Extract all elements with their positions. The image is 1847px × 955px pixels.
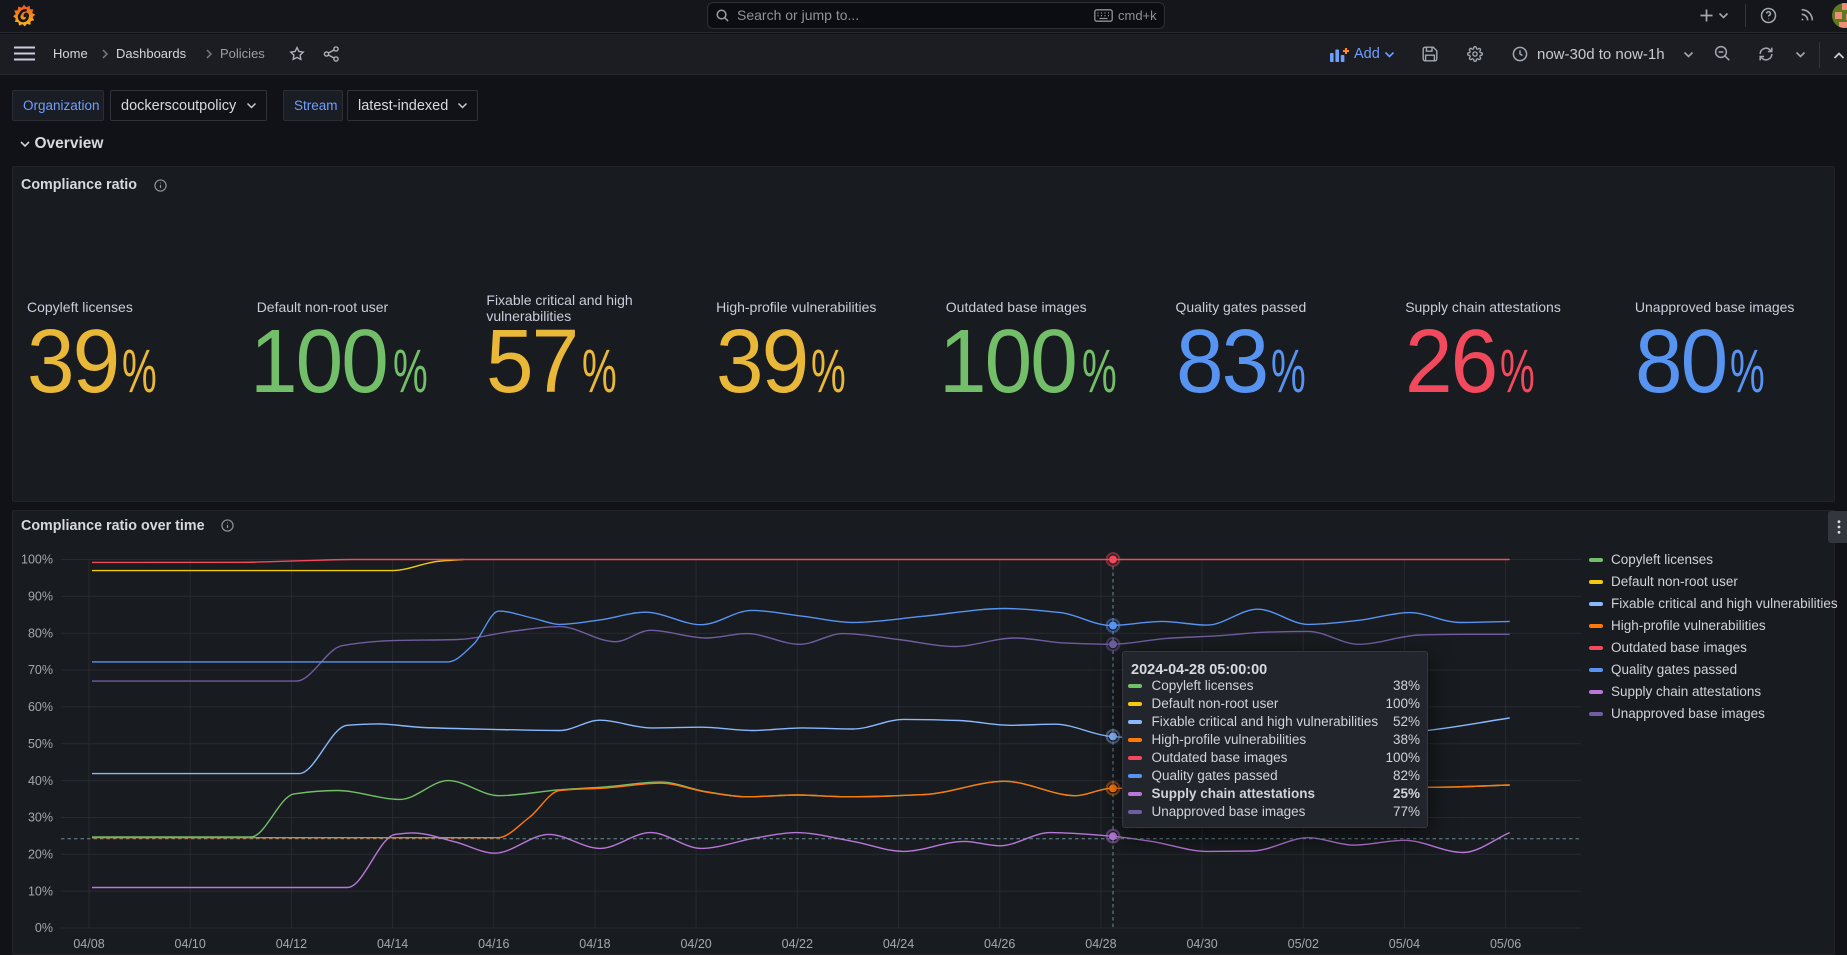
svg-text:04/20: 04/20 (680, 937, 711, 951)
svg-text:04/16: 04/16 (478, 937, 509, 951)
svg-text:60%: 60% (28, 700, 53, 714)
svg-text:05/04: 05/04 (1389, 937, 1420, 951)
svg-text:80%: 80% (28, 626, 53, 640)
svg-text:04/24: 04/24 (883, 937, 914, 951)
svg-text:10%: 10% (28, 884, 53, 898)
svg-text:04/30: 04/30 (1186, 937, 1217, 951)
svg-text:50%: 50% (28, 737, 53, 751)
svg-text:40%: 40% (28, 774, 53, 788)
svg-text:04/22: 04/22 (782, 937, 813, 951)
svg-text:90%: 90% (28, 590, 53, 604)
svg-text:05/02: 05/02 (1288, 937, 1319, 951)
svg-text:04/18: 04/18 (579, 937, 610, 951)
svg-text:30%: 30% (28, 811, 53, 825)
svg-text:04/12: 04/12 (276, 937, 307, 951)
svg-text:04/10: 04/10 (175, 937, 206, 951)
svg-text:04/28: 04/28 (1085, 937, 1116, 951)
svg-text:0%: 0% (35, 921, 53, 935)
svg-text:04/14: 04/14 (377, 937, 408, 951)
svg-text:05/06: 05/06 (1490, 937, 1521, 951)
svg-text:04/08: 04/08 (73, 937, 104, 951)
svg-text:100%: 100% (21, 553, 53, 567)
svg-text:04/26: 04/26 (984, 937, 1015, 951)
svg-text:70%: 70% (28, 663, 53, 677)
svg-text:20%: 20% (28, 848, 53, 862)
